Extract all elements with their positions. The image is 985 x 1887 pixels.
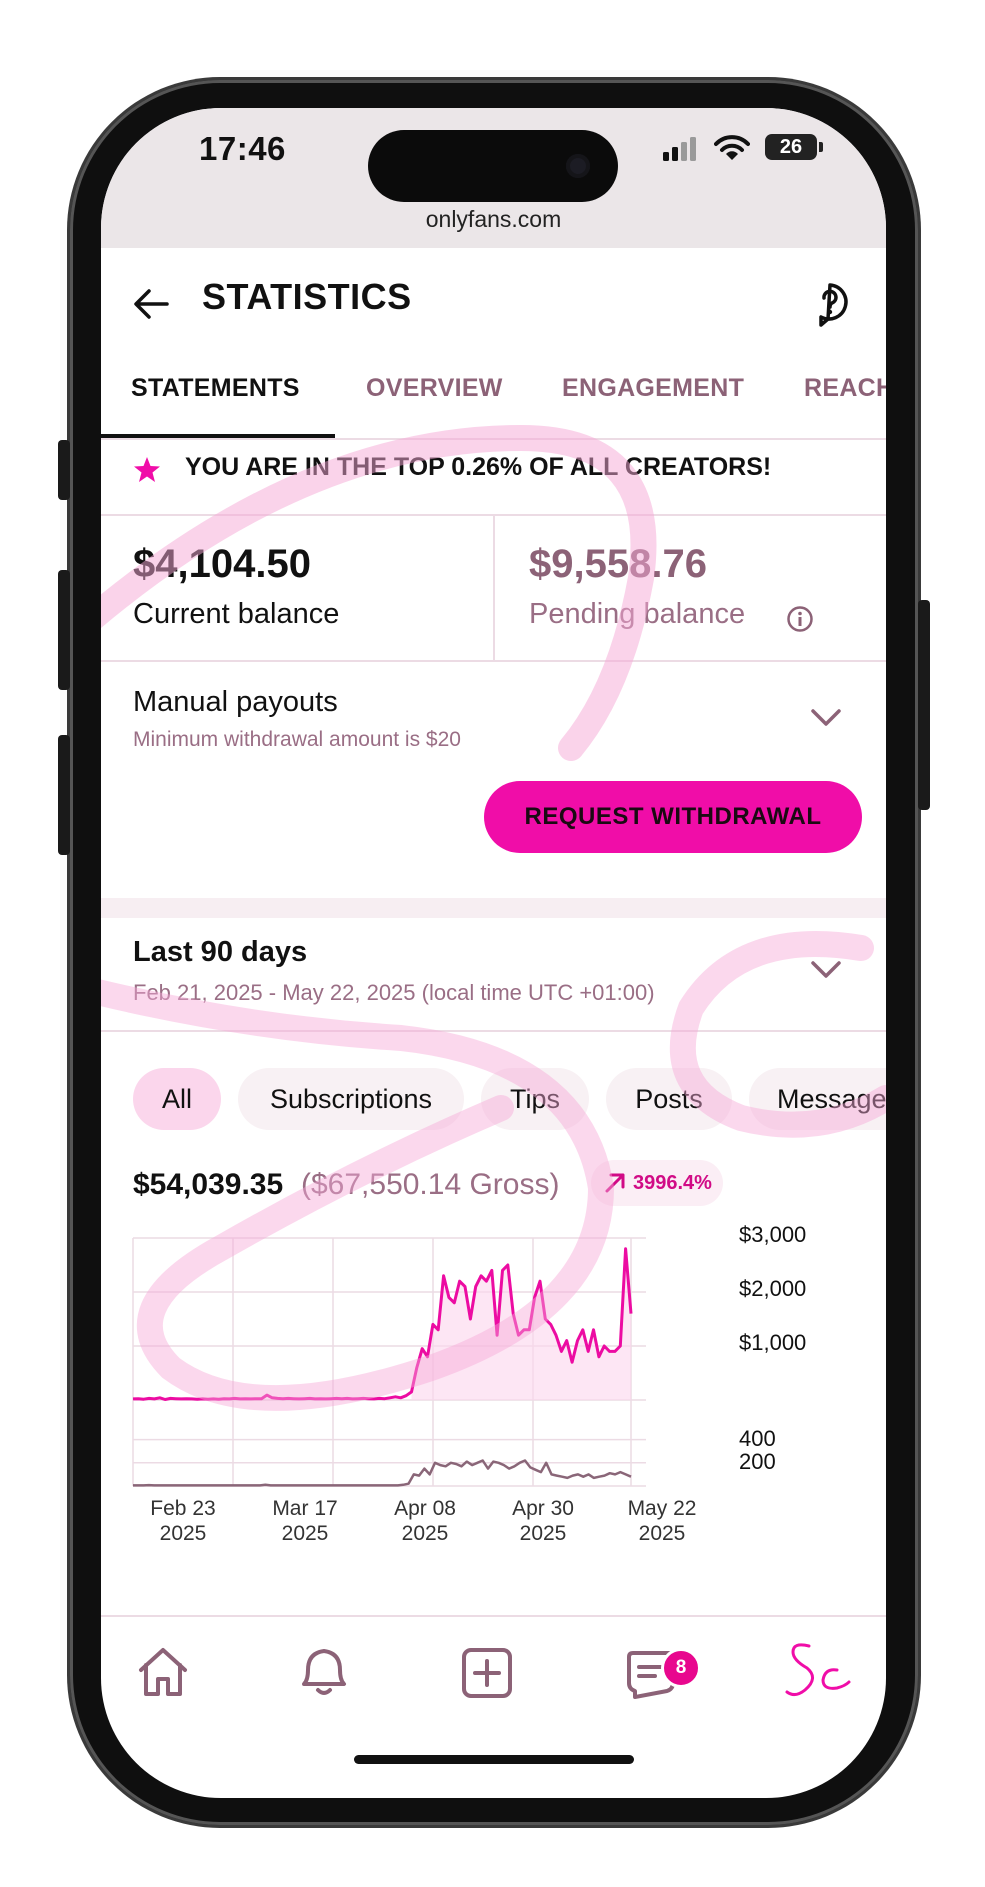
status-bar: 17:46 26 onlyfans.com xyxy=(101,108,886,248)
filter-chip-posts[interactable]: Posts xyxy=(606,1068,732,1130)
status-time: 17:46 xyxy=(199,130,286,167)
current-balance-amount: $4,104.50 xyxy=(133,542,311,586)
x-tick-label: Mar 17 2025 xyxy=(272,1497,338,1545)
current-balance-label: Current balance xyxy=(133,598,340,630)
tabbar-divider xyxy=(101,1615,886,1617)
manual-payouts-title: Manual payouts xyxy=(133,686,338,718)
trend-up-icon xyxy=(605,1173,625,1193)
info-icon[interactable] xyxy=(785,604,815,634)
filter-chip-all[interactable]: All xyxy=(133,1068,221,1130)
y-tick-label: $1,000 xyxy=(739,1330,807,1355)
growth-badge: 3996.4% xyxy=(591,1160,723,1206)
home-icon[interactable] xyxy=(133,1643,193,1703)
top-creator-banner: YOU ARE IN THE TOP 0.26% OF ALL CREATORS… xyxy=(185,453,772,481)
x-tick-label: Apr 30 2025 xyxy=(512,1497,574,1545)
battery-tip xyxy=(819,142,823,152)
count-line xyxy=(133,1459,632,1487)
manual-payouts-subtitle: Minimum withdrawal amount is $20 xyxy=(133,728,461,751)
y-tick-label: $3,000 xyxy=(739,1222,807,1247)
filter-chip-subscriptions[interactable]: Subscriptions xyxy=(238,1068,464,1130)
balance-divider xyxy=(493,516,495,660)
dynamic-island xyxy=(368,130,618,202)
net-earnings: $54,039.35 xyxy=(133,1168,284,1201)
messages-badge: 8 xyxy=(661,1648,701,1688)
earnings-chart[interactable] xyxy=(101,1208,886,1628)
home-indicator xyxy=(354,1755,634,1764)
front-camera xyxy=(566,154,590,178)
period-range: Feb 21, 2025 - May 22, 2025 (local time … xyxy=(133,980,655,1005)
divider xyxy=(101,1030,886,1032)
arrow-left-icon[interactable] xyxy=(131,284,171,324)
mute-switch xyxy=(58,440,70,500)
signal-icon xyxy=(663,137,696,161)
y-tick-label: 200 xyxy=(739,1448,776,1474)
bell-icon[interactable] xyxy=(294,1640,354,1704)
filter-chip-messages[interactable]: Message xyxy=(749,1068,886,1130)
gross-earnings: ($67,550.14 Gross) xyxy=(301,1168,560,1201)
x-tick-label: May 22 2025 xyxy=(627,1497,697,1545)
y-tick-label: 400 xyxy=(739,1425,776,1451)
count-series xyxy=(133,1459,632,1487)
tab-engagement[interactable]: ENGAGEMENT xyxy=(562,374,744,403)
avatar[interactable] xyxy=(779,1638,861,1708)
earnings-area-fill xyxy=(411,1248,631,1400)
divider xyxy=(101,660,886,662)
star-icon xyxy=(134,457,160,482)
page-title: STATISTICS xyxy=(202,276,412,317)
y-tick-label: $2,000 xyxy=(739,1276,807,1301)
power-button xyxy=(918,600,930,810)
address-bar-url[interactable]: onlyfans.com xyxy=(101,206,886,233)
question-bubble-icon[interactable] xyxy=(809,282,851,328)
tab-statements[interactable]: STATEMENTS xyxy=(131,374,300,403)
pending-balance-label: Pending balance xyxy=(529,598,746,630)
x-tick-label: Apr 08 2025 xyxy=(394,1497,456,1545)
earnings-series xyxy=(132,1247,633,1401)
section-separator xyxy=(101,898,886,918)
divider xyxy=(101,438,886,440)
volume-down-button xyxy=(58,735,70,855)
growth-value: 3996.4% xyxy=(633,1172,712,1194)
x-tick-label: Feb 23 2025 xyxy=(150,1497,216,1545)
pending-balance-amount: $9,558.76 xyxy=(529,542,707,586)
volume-up-button xyxy=(58,570,70,690)
filter-chip-tips[interactable]: Tips xyxy=(481,1068,589,1130)
wifi-icon xyxy=(714,135,750,160)
period-title: Last 90 days xyxy=(133,936,308,968)
add-post-icon[interactable] xyxy=(459,1645,515,1701)
request-withdrawal-button[interactable]: REQUEST WITHDRAWAL xyxy=(484,781,862,853)
battery-icon: 26 xyxy=(765,134,817,160)
screen: 17:46 26 onlyfans.com STATISTICS STATEME… xyxy=(101,108,886,1798)
tab-overview[interactable]: OVERVIEW xyxy=(366,374,503,403)
chevron-down-icon[interactable] xyxy=(809,958,843,982)
chevron-down-icon[interactable] xyxy=(809,706,843,730)
tab-reach[interactable]: REACH xyxy=(804,374,886,403)
